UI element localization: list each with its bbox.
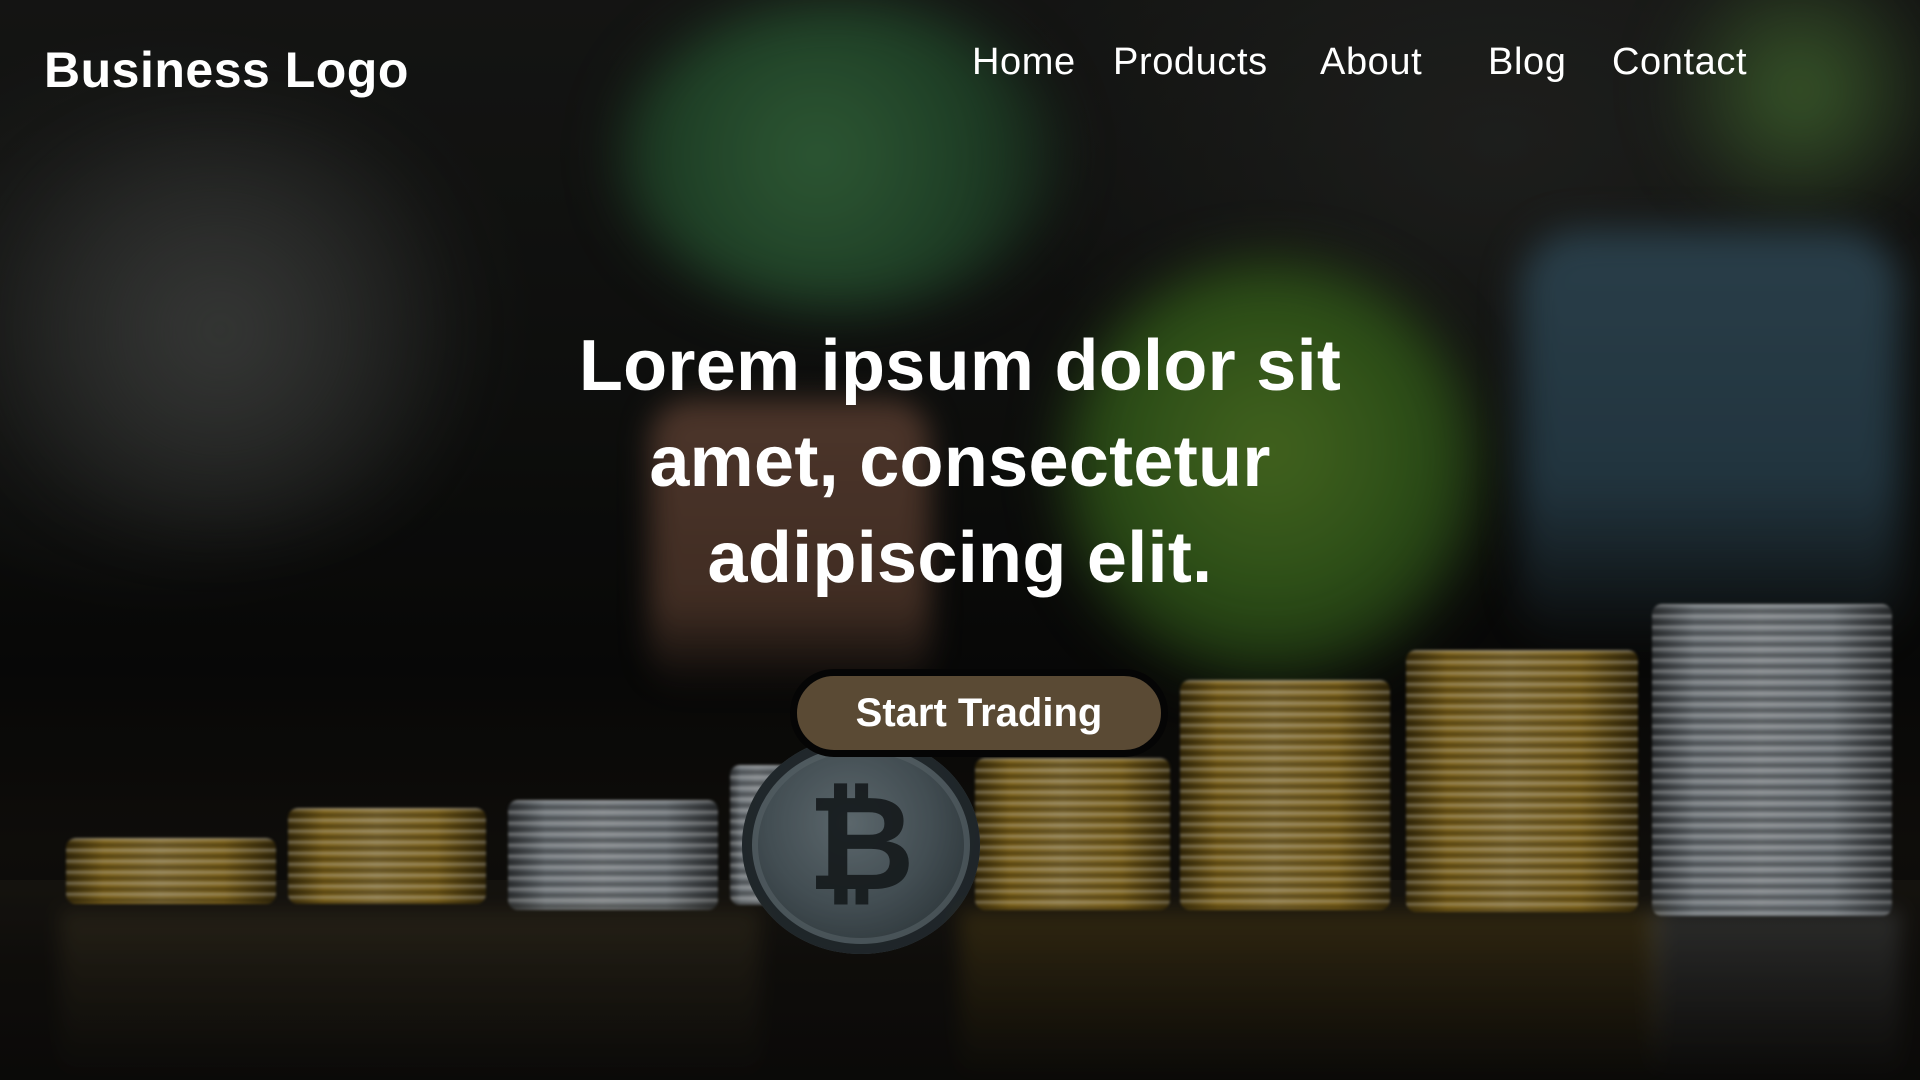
hero-headline-line-2: amet, consectetur [649,422,1271,502]
start-trading-button[interactable]: Start Trading [790,669,1168,757]
nav-item-products[interactable]: Products [1113,36,1268,88]
nav-item-about[interactable]: About [1320,36,1422,88]
landing-page: ₿ Business Logo Home Products About Blog… [0,0,1920,1080]
nav-item-home[interactable]: Home [972,36,1076,88]
hero-headline: Lorem ipsum dolor sit amet, consectetur … [460,318,1460,606]
main-navigation: Home Products About Blog Contact [0,36,1920,88]
hero-headline-line-3: adipiscing elit. [707,518,1213,598]
nav-item-blog[interactable]: Blog [1488,36,1566,88]
nav-item-contact[interactable]: Contact [1612,36,1747,88]
hero-headline-line-1: Lorem ipsum dolor sit [578,326,1342,406]
